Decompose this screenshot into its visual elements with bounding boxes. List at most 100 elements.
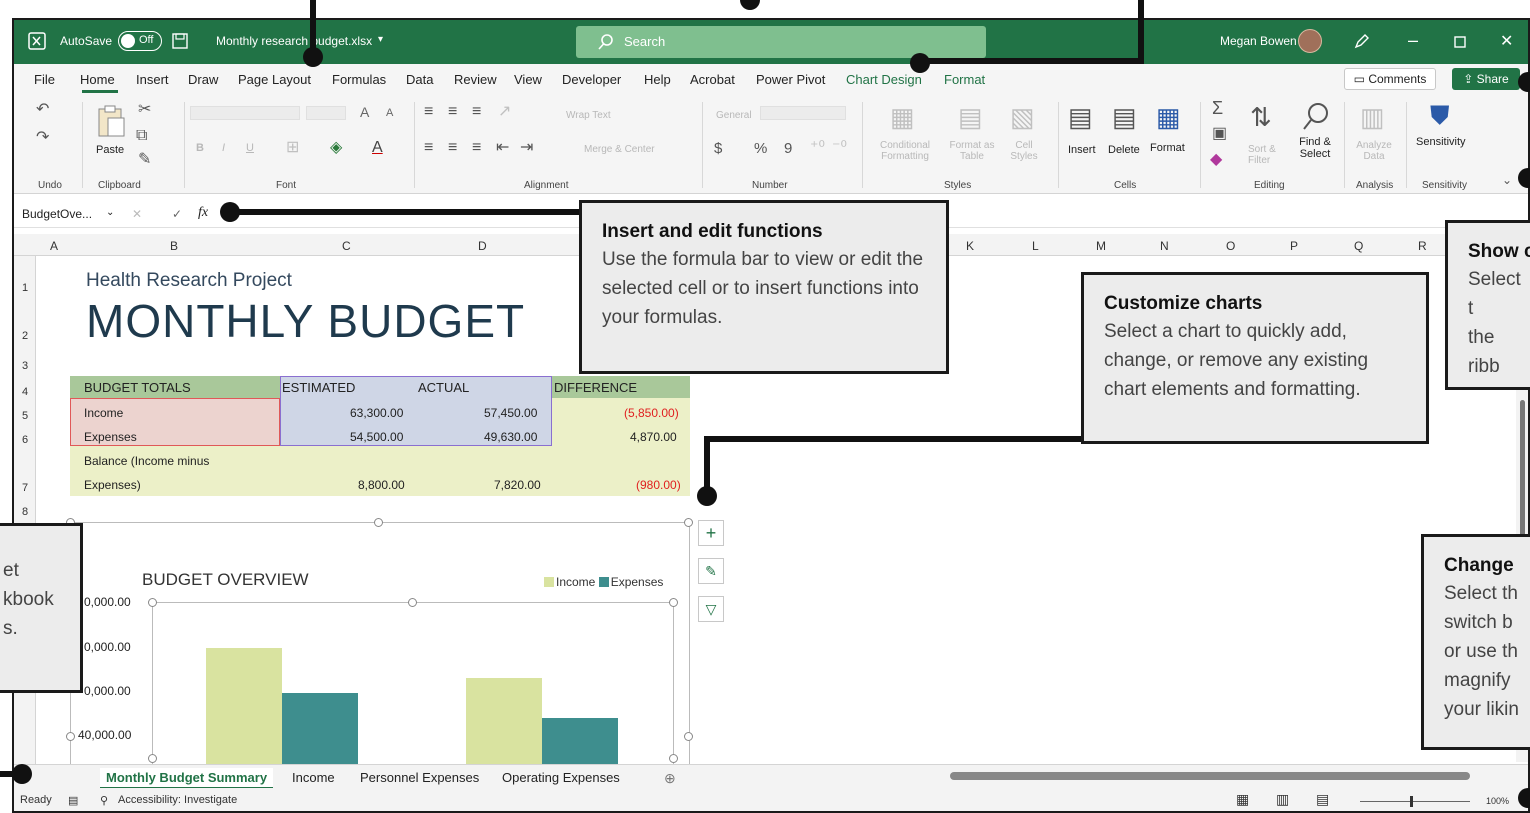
column-header[interactable]: K [966, 239, 974, 253]
comma-button[interactable]: 9 [784, 140, 792, 157]
clear-icon[interactable]: ◆ [1210, 152, 1222, 168]
sheet-tab-operating-expenses[interactable]: Operating Expenses [496, 768, 626, 787]
analyze-data-label[interactable]: Analyze Data [1354, 140, 1394, 162]
font-color-icon[interactable]: A [372, 140, 383, 156]
cell-styles-label[interactable]: Cell Styles [1004, 140, 1044, 162]
income-label[interactable]: Income [84, 406, 123, 420]
collapse-ribbon-icon[interactable]: ⌄ [1502, 172, 1512, 188]
column-header[interactable]: Q [1354, 239, 1363, 253]
sensitivity-button-label[interactable]: Sensitivity [1416, 136, 1466, 148]
income-estimated[interactable]: 63,300.00 [350, 406, 403, 420]
cut-icon[interactable]: ✂ [138, 102, 151, 118]
plot-handle[interactable] [408, 598, 417, 607]
increase-decimal-icon[interactable]: ⁺⁰ [810, 140, 825, 156]
user-name[interactable]: Megan Bowen [1220, 34, 1297, 48]
resize-handle[interactable] [66, 732, 75, 741]
table-header[interactable]: BUDGET TOTALS [84, 380, 191, 395]
format-as-table-label[interactable]: Format as Table [942, 140, 1002, 162]
bold-button[interactable]: B [196, 142, 204, 154]
find-select-label[interactable]: Find & Select [1294, 136, 1336, 160]
tab-insert[interactable]: Insert [136, 72, 169, 87]
tab-formulas[interactable]: Formulas [332, 72, 386, 87]
italic-button[interactable]: I [222, 142, 225, 154]
resize-handle[interactable] [684, 518, 693, 527]
sort-filter-label[interactable]: Sort & Filter [1248, 144, 1284, 166]
chart-filters-button[interactable]: ▽ [698, 596, 724, 622]
expenses-estimated[interactable]: 54,500.00 [350, 430, 403, 444]
grow-font-button[interactable]: A [360, 104, 369, 120]
font-size-select[interactable] [306, 106, 346, 120]
row-header[interactable]: 7 [22, 482, 28, 494]
row-header[interactable]: 8 [22, 506, 28, 518]
balance-label-line1[interactable]: Balance (Income minus [84, 454, 209, 468]
insert-cells-label[interactable]: Insert [1068, 144, 1096, 156]
fill-color-icon[interactable]: ◈ [330, 140, 342, 156]
page-layout-view-icon[interactable]: ▥ [1276, 791, 1289, 808]
align-middle-icon[interactable]: ≡ [448, 104, 457, 120]
copy-icon[interactable]: ⧉ [136, 128, 147, 144]
bar-income-estimated[interactable] [206, 648, 282, 764]
orientation-icon[interactable]: ↗ [498, 104, 511, 120]
bar-expenses-actual[interactable] [542, 718, 618, 764]
pen-icon[interactable] [1354, 33, 1370, 49]
analyze-data-icon[interactable]: ▥ [1360, 104, 1385, 130]
minimize-icon[interactable]: – [1408, 30, 1418, 51]
zoom-level[interactable]: 100% [1486, 796, 1509, 806]
number-format-select[interactable]: General [716, 110, 752, 121]
maximize-icon[interactable] [1454, 36, 1466, 48]
tab-developer[interactable]: Developer [562, 72, 621, 87]
sheet-tab-personnel-expenses[interactable]: Personnel Expenses [354, 768, 485, 787]
add-sheet-icon[interactable]: ⊕ [658, 768, 682, 789]
format-as-table-icon[interactable]: ▤ [958, 104, 983, 130]
align-left-icon[interactable]: ≡ [424, 140, 433, 156]
fill-icon[interactable]: ▣ [1212, 126, 1227, 142]
resize-handle[interactable] [684, 732, 693, 741]
tab-help[interactable]: Help [644, 72, 671, 87]
merge-center-button[interactable]: Merge & Center [584, 144, 655, 155]
row-header[interactable]: 4 [22, 386, 28, 398]
plot-handle[interactable] [148, 754, 157, 763]
redo-icon[interactable]: ↷ [36, 130, 49, 146]
income-difference[interactable]: (5,850.00) [624, 406, 679, 420]
balance-label-line2[interactable]: Expenses) [84, 478, 141, 492]
autosum-icon[interactable]: Σ [1212, 99, 1223, 117]
table-header[interactable]: DIFFERENCE [554, 380, 637, 395]
plot-handle[interactable] [148, 598, 157, 607]
delete-cells-icon[interactable]: ▤ [1112, 104, 1137, 130]
chart-elements-button[interactable]: + [698, 520, 724, 546]
macro-record-icon[interactable]: ▤ [68, 794, 78, 807]
row-header[interactable]: 5 [22, 410, 28, 422]
row-header[interactable]: 3 [22, 360, 28, 372]
insert-function-button[interactable]: fx [198, 205, 208, 221]
increase-indent-icon[interactable]: ⇥ [520, 140, 533, 156]
save-icon[interactable] [172, 33, 188, 49]
percent-button[interactable]: % [754, 140, 767, 157]
chart-styles-button[interactable]: ✎ [698, 558, 724, 584]
column-header[interactable]: M [1096, 239, 1106, 253]
column-header[interactable]: N [1160, 239, 1169, 253]
balance-difference[interactable]: (980.00) [636, 478, 681, 492]
undo-icon[interactable]: ↶ [36, 102, 49, 118]
tab-draw[interactable]: Draw [188, 72, 218, 87]
table-header[interactable]: ACTUAL [418, 380, 469, 395]
delete-cells-label[interactable]: Delete [1108, 144, 1140, 156]
shrink-font-button[interactable]: A [386, 107, 393, 119]
page-break-view-icon[interactable]: ▤ [1316, 791, 1329, 808]
tab-data[interactable]: Data [406, 72, 433, 87]
sheet-tab-monthly-budget-summary[interactable]: Monthly Budget Summary [100, 768, 274, 789]
decrease-decimal-icon[interactable]: ⁻⁰ [832, 140, 847, 156]
format-cells-label[interactable]: Format [1150, 142, 1185, 154]
expenses-label[interactable]: Expenses [84, 430, 137, 444]
align-bottom-icon[interactable]: ≡ [472, 104, 481, 120]
enter-icon[interactable]: ✓ [172, 207, 182, 221]
currency-button[interactable]: $ [714, 140, 722, 157]
row-header[interactable]: 6 [22, 434, 28, 446]
conditional-formatting-icon[interactable]: ▦ [890, 104, 915, 130]
zoom-slider[interactable] [1360, 801, 1470, 802]
tab-acrobat[interactable]: Acrobat [690, 72, 735, 87]
wrap-text-button[interactable]: Wrap Text [566, 110, 611, 121]
resize-handle[interactable] [374, 518, 383, 527]
chart-legend[interactable]: Income Expenses [544, 575, 663, 589]
align-right-icon[interactable]: ≡ [472, 140, 481, 156]
balance-estimated[interactable]: 8,800.00 [358, 478, 405, 492]
